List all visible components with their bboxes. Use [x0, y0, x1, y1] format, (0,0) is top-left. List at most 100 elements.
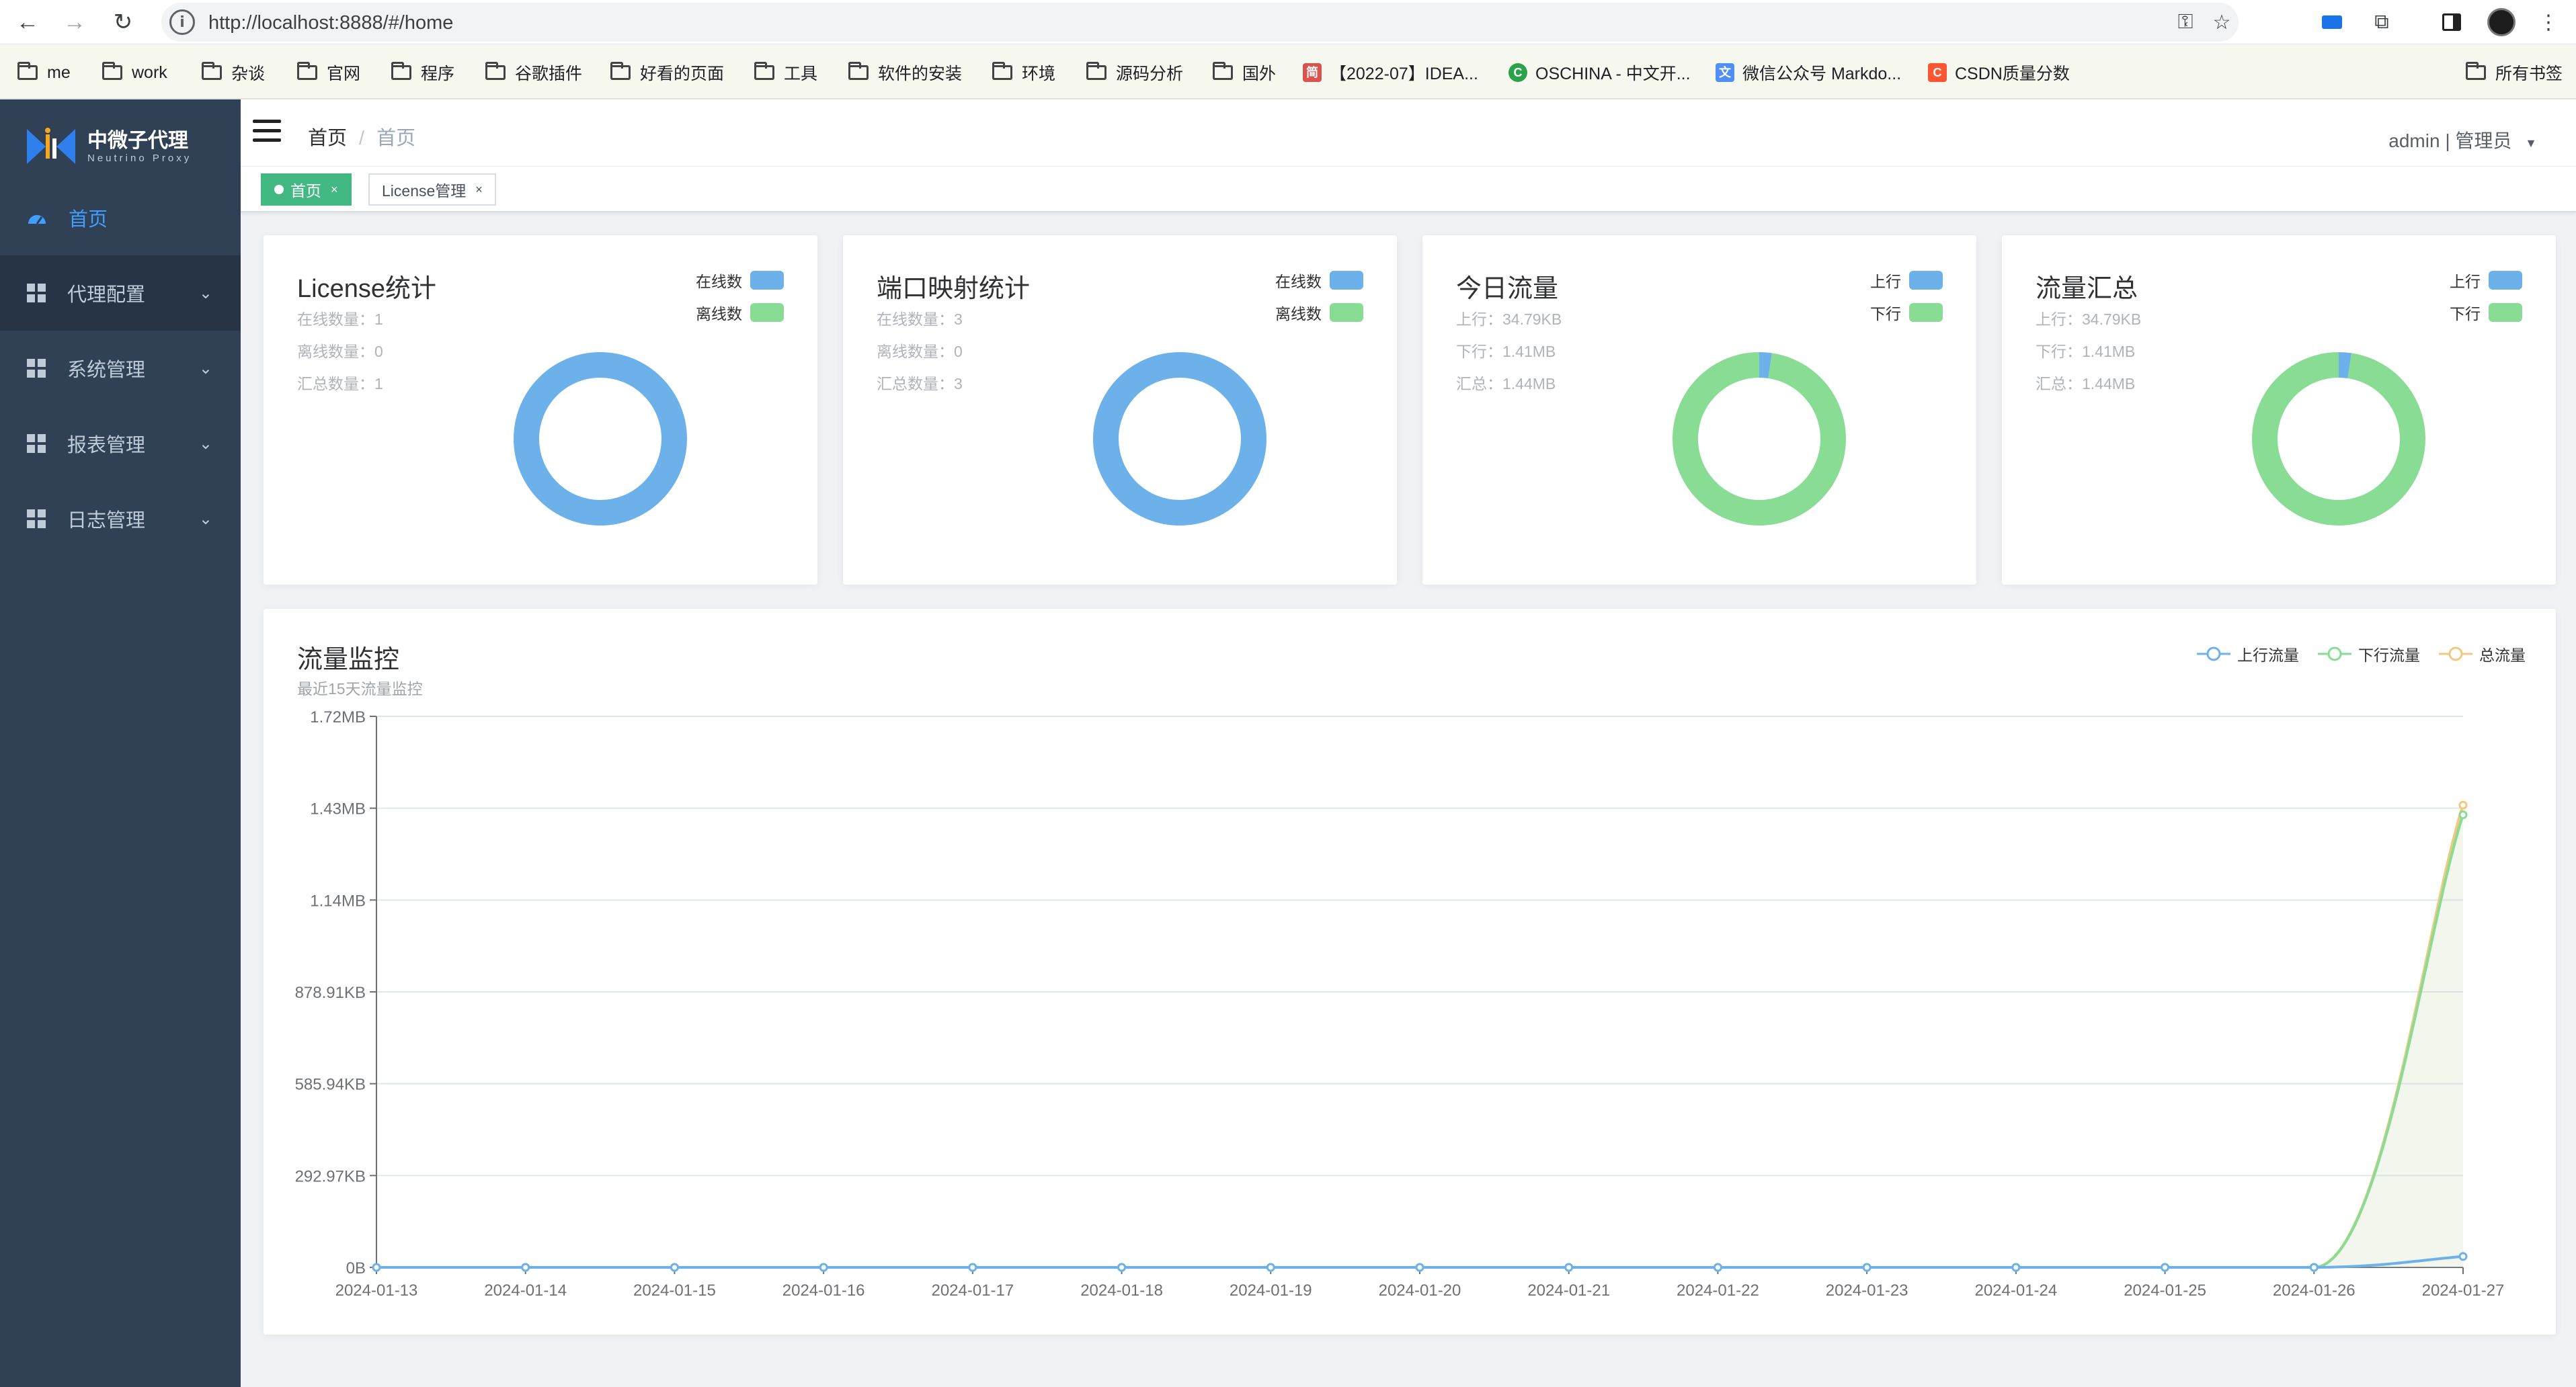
y-tick-label: 1.43MB [310, 800, 366, 818]
legend-swatch [1909, 271, 1943, 290]
bookmark-folder[interactable]: 工具 [754, 62, 817, 83]
legend-item[interactable]: 离线数 [1275, 301, 1363, 324]
sidepanel-icon[interactable] [2438, 8, 2466, 36]
navbar: 首页 / 首页 admin | 管理员 ▼ [241, 99, 2576, 167]
bookmark-folder[interactable]: work [102, 62, 167, 83]
bookmark-link[interactable]: 文微信公众号 Markdo... [1716, 62, 1901, 83]
sidebar-item-system[interactable]: 系统管理 ⌄ [0, 331, 241, 406]
forward-icon[interactable]: → [59, 7, 90, 38]
avatar[interactable] [2487, 8, 2515, 36]
legend-swatch [1330, 303, 1363, 322]
puzzle-icon[interactable]: ⧉ [2368, 8, 2396, 36]
reload-icon[interactable]: ↻ [108, 7, 138, 38]
x-tick-label: 2024-01-21 [1527, 1281, 1610, 1300]
donut-slice[interactable] [2252, 352, 2425, 526]
y-tick-label: 1.72MB [310, 708, 366, 726]
sidebar-item-home[interactable]: 首页 [0, 180, 241, 255]
bookmark-folder[interactable]: 官网 [297, 62, 360, 83]
chevron-down-icon: ⌄ [198, 509, 212, 528]
legend-item[interactable]: 下行 [2450, 301, 2522, 324]
sidebar-item-label: 报表管理 [67, 435, 146, 456]
hamburger-icon[interactable] [253, 120, 281, 144]
legend-item[interactable]: 下行 [1870, 301, 1943, 324]
address-bar[interactable]: i http://localhost:8888/#/home ⚿ ☆ [161, 3, 2239, 42]
data-point [2011, 1263, 2021, 1272]
breadcrumb: 首页 / 首页 [308, 122, 415, 151]
legend-item[interactable]: 离线数 [696, 301, 784, 324]
logo[interactable]: 中微子代理 Neutrino Proxy [26, 120, 192, 173]
extension-icon[interactable] [2318, 8, 2346, 36]
donut-chart [1673, 352, 1846, 526]
legend-item[interactable]: 上行 [2450, 269, 2522, 292]
bookmark-folder[interactable]: 源码分析 [1086, 62, 1183, 83]
folder-icon [485, 62, 506, 80]
data-point [1713, 1263, 1722, 1272]
x-tick-label: 2024-01-19 [1230, 1281, 1312, 1300]
tag-license[interactable]: License管理 × [368, 173, 496, 206]
card-title: 今日流量 [1456, 275, 1559, 303]
sidebar-item-label: 首页 [69, 209, 108, 230]
sidebar-item-logs[interactable]: 日志管理 ⌄ [0, 481, 241, 556]
x-tick-label: 2024-01-15 [633, 1281, 716, 1300]
back-icon[interactable]: ← [12, 7, 43, 38]
traffic-monitor-card: 流量监控 最近15天流量监控 上行流量 下行流量 总流量 0B 292.97KB 5… [264, 609, 2556, 1335]
bookmark-folder[interactable]: 软件的安装 [848, 62, 962, 83]
donut-chart [514, 352, 687, 526]
breadcrumb-item[interactable]: 首页 [308, 128, 347, 149]
user-menu[interactable]: admin | 管理员 ▼ [2388, 126, 2537, 153]
folder-icon [297, 62, 317, 80]
chevron-down-icon: ⌄ [198, 359, 212, 378]
sidebar-item-label: 系统管理 [67, 360, 146, 381]
data-point [2458, 800, 2468, 810]
bookmark-folder[interactable]: 谷歌插件 [485, 62, 582, 83]
folder-icon [202, 62, 222, 80]
x-tick-label: 2024-01-26 [2273, 1281, 2356, 1300]
sidebar-item-reports[interactable]: 报表管理 ⌄ [0, 406, 241, 481]
folder-icon [391, 62, 411, 80]
bookmark-folder[interactable]: 好看的页面 [610, 62, 724, 83]
data-point [2458, 1252, 2468, 1261]
line-chart: 0B 292.97KB 585.94KB 878.91KB 1.14MB 1.43MB 1.… [295, 708, 2505, 1300]
license-stats-card: License统计 在线数量：1 离线数量：0 汇总数量：1 在线数 离线数 [264, 235, 817, 585]
close-icon[interactable]: × [331, 183, 338, 197]
donut-slice[interactable] [514, 352, 687, 526]
data-point [670, 1263, 679, 1272]
donut-slice[interactable] [1093, 352, 1266, 526]
site-favicon: C [1508, 63, 1527, 82]
site-info-icon[interactable]: i [169, 9, 195, 35]
legend-item[interactable]: 上行 [1870, 269, 1943, 292]
bookmark-link[interactable]: 简【2022-07】IDEA... [1303, 62, 1478, 83]
legend-swatch [750, 271, 784, 290]
url-text[interactable]: http://localhost:8888/#/home [208, 12, 453, 34]
key-icon[interactable]: ⚿ [2171, 8, 2200, 36]
bookmark-folder[interactable]: 国外 [1213, 62, 1276, 83]
donut-slice[interactable] [1673, 352, 1846, 526]
bookmarks-bar: me work 杂谈 官网 程序 谷歌插件 好看的页面 工具 软件的安装 环境 … [0, 44, 2576, 99]
folder-icon [1086, 62, 1106, 80]
bookmark-folder[interactable]: 程序 [391, 62, 454, 83]
sidebar-item-proxy-config[interactable]: 代理配置 ⌄ [0, 255, 241, 331]
all-bookmarks[interactable]: 所有书签 [2466, 62, 2563, 83]
bookmark-link[interactable]: C OSCHINA - 中文开... [1508, 62, 1691, 83]
bookmark-folder[interactable]: 环境 [992, 62, 1055, 83]
y-tick-label: 1.14MB [310, 892, 366, 910]
legend-item[interactable]: 在线数 [1275, 269, 1363, 292]
more-menu-icon[interactable]: ⋮ [2534, 8, 2563, 36]
bookmark-folder[interactable]: me [17, 62, 71, 83]
legend-swatch [1330, 271, 1363, 290]
card-stat-line: 在线数量：3 [877, 310, 963, 328]
x-tick-label: 2024-01-14 [484, 1281, 567, 1300]
close-icon[interactable]: × [475, 183, 483, 197]
star-icon[interactable]: ☆ [2208, 8, 2236, 36]
series-area [376, 805, 2463, 1267]
breadcrumb-separator: / [359, 128, 365, 149]
donut-chart [2252, 352, 2425, 526]
today-traffic-card: 今日流量 上行：34.79KB 下行：1.41MB 汇总：1.44MB 上行 下行 [1422, 235, 1976, 585]
tag-home[interactable]: 首页 × [261, 173, 352, 206]
bookmark-link[interactable]: C CSDN质量分数 [1928, 62, 2070, 83]
data-point [968, 1263, 977, 1272]
legend-item[interactable]: 在线数 [696, 269, 784, 292]
y-tick-label: 292.97KB [295, 1167, 366, 1185]
grid-icon [27, 434, 46, 453]
bookmark-folder[interactable]: 杂谈 [202, 62, 265, 83]
